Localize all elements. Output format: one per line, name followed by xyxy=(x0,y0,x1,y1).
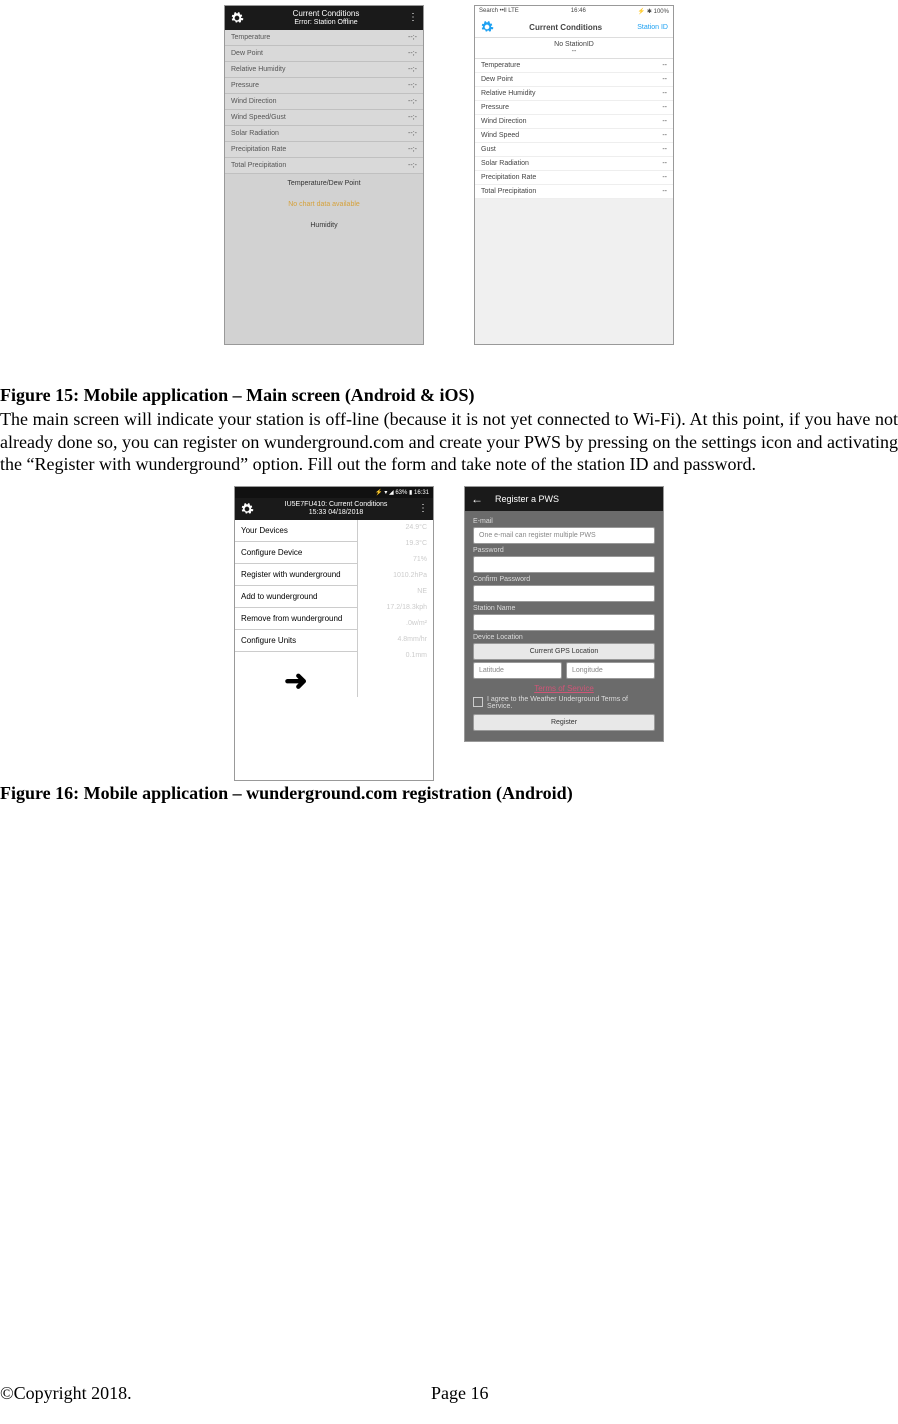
ios-metric-rows: Temperature-- Dew Point-- Relative Humid… xyxy=(475,59,673,199)
metric-row[interactable]: Wind Speed-- xyxy=(475,129,673,143)
register-button[interactable]: Register xyxy=(473,714,655,731)
metric-row[interactable]: Relative Humidity--;- xyxy=(225,62,423,78)
metric-row[interactable]: Gust-- xyxy=(475,143,673,157)
gear-icon[interactable] xyxy=(230,11,244,25)
longitude-field[interactable]: Longitude xyxy=(566,662,655,679)
agree-text: I agree to the Weather Underground Terms… xyxy=(487,696,655,710)
arrow-icon: ➜ xyxy=(235,652,357,697)
metric-row[interactable]: Precipitation Rate--;- xyxy=(225,142,423,158)
android-metric-rows: Temperature--;- Dew Point--;- Relative H… xyxy=(225,30,423,174)
menu-item-register-wunderground[interactable]: Register with wunderground xyxy=(235,564,357,586)
gps-location-button[interactable]: Current GPS Location xyxy=(473,643,655,660)
android-subtitle: Error: Station Offline xyxy=(244,19,408,27)
metric-row[interactable]: Temperature--;- xyxy=(225,30,423,46)
metric-row[interactable]: Relative Humidity-- xyxy=(475,87,673,101)
metric-row[interactable]: Wind Speed/Gust--;- xyxy=(225,110,423,126)
metric-row[interactable]: Temperature-- xyxy=(475,59,673,73)
android-statusbar: ⚡ ▾ ◢ 63% ▮ 16:31 xyxy=(235,487,433,498)
metric-row[interactable]: Wind Direction--;- xyxy=(225,94,423,110)
terms-of-service-link[interactable]: Terms of Service xyxy=(473,684,655,693)
android-header: Current Conditions Error: Station Offlin… xyxy=(225,6,423,30)
metric-row[interactable]: Pressure--;- xyxy=(225,78,423,94)
page-footer: ©Copyright 2018. Page 16 xyxy=(0,1383,898,1404)
android-title-line2: 15:33 04/18/2018 xyxy=(254,509,418,517)
metric-row[interactable]: Wind Direction-- xyxy=(475,115,673,129)
gear-icon[interactable] xyxy=(240,502,254,516)
figure-16-screenshots: ⚡ ▾ ◢ 63% ▮ 16:31 IU5E7FU410: Current Co… xyxy=(0,476,898,782)
email-field[interactable]: One e-mail can register multiple PWS xyxy=(473,527,655,544)
station-name-field[interactable] xyxy=(473,614,655,631)
figure-15-screenshots: Current Conditions Error: Station Offlin… xyxy=(0,0,898,355)
chart-title: Humidity xyxy=(225,216,423,344)
metric-row[interactable]: Solar Radiation--;- xyxy=(225,126,423,142)
confirm-password-label: Confirm Password xyxy=(473,576,655,583)
chart-title: Temperature/Dew Point xyxy=(225,174,423,193)
ios-main-screen: Search ••ll LTE 16:46 ⚡ ✱ 100% Current C… xyxy=(474,5,674,345)
kebab-menu-icon[interactable]: ⋮ xyxy=(408,12,418,23)
android-title: Current Conditions xyxy=(293,9,360,18)
password-label: Password xyxy=(473,547,655,554)
ios-statusbar: Search ••ll LTE 16:46 ⚡ ✱ 100% xyxy=(475,6,673,17)
register-title: Register a PWS xyxy=(495,494,559,504)
ios-title: Current Conditions xyxy=(494,23,637,32)
register-header: ← Register a PWS xyxy=(465,487,663,511)
metric-row[interactable]: Dew Point--;- xyxy=(225,46,423,62)
copyright-text: ©Copyright 2018. xyxy=(0,1383,431,1404)
metric-row[interactable]: Dew Point-- xyxy=(475,73,673,87)
android-header: IU5E7FU410: Current Conditions 15:33 04/… xyxy=(235,498,433,521)
no-chart-message: No chart data available xyxy=(225,193,423,216)
latitude-field[interactable]: Latitude xyxy=(473,662,562,679)
ios-blank-area xyxy=(475,199,673,344)
figure-15-caption: Figure 15: Mobile application – Main scr… xyxy=(0,385,898,406)
figure-16-caption: Figure 16: Mobile application – wundergr… xyxy=(0,783,898,804)
menu-item-remove-wunderground[interactable]: Remove from wunderground xyxy=(235,608,357,630)
gear-icon[interactable] xyxy=(480,20,494,34)
metric-row[interactable]: Total Precipitation--;- xyxy=(225,158,423,174)
menu-item-configure-device[interactable]: Configure Device xyxy=(235,542,357,564)
menu-item-your-devices[interactable]: Your Devices xyxy=(235,520,357,542)
android-menu-screen: ⚡ ▾ ◢ 63% ▮ 16:31 IU5E7FU410: Current Co… xyxy=(234,486,434,782)
menu-item-add-wunderground[interactable]: Add to wunderground xyxy=(235,586,357,608)
device-location-label: Device Location xyxy=(473,634,655,641)
paragraph-1: The main screen will indicate your stati… xyxy=(0,408,898,476)
agree-checkbox-row[interactable]: I agree to the Weather Underground Terms… xyxy=(473,696,655,710)
station-id-link[interactable]: Station ID xyxy=(637,24,668,31)
password-field[interactable] xyxy=(473,556,655,573)
android-main-screen: Current Conditions Error: Station Offlin… xyxy=(224,5,424,345)
station-name-label: Station Name xyxy=(473,605,655,612)
metric-row[interactable]: Precipitation Rate-- xyxy=(475,171,673,185)
metric-row[interactable]: Total Precipitation-- xyxy=(475,185,673,199)
email-label: E-mail xyxy=(473,518,655,525)
page-number: Page 16 xyxy=(431,1383,489,1404)
checkbox-icon[interactable] xyxy=(473,697,483,707)
dropdown-menu: Your Devices Configure Device Register w… xyxy=(235,520,358,697)
back-arrow-icon[interactable]: ← xyxy=(471,492,483,506)
android-title-line1: IU5E7FU410: Current Conditions xyxy=(285,501,388,508)
background-values: 24.9°C 19.3°C 71% 1010.2hPa NE 17.2/18.3… xyxy=(387,520,427,664)
register-pws-screen: ← Register a PWS E-mail One e-mail can r… xyxy=(464,486,664,742)
metric-row[interactable]: Solar Radiation-- xyxy=(475,157,673,171)
ios-header: Current Conditions Station ID xyxy=(475,17,673,38)
ios-substatus: No StationID -- xyxy=(475,38,673,59)
confirm-password-field[interactable] xyxy=(473,585,655,602)
menu-item-configure-units[interactable]: Configure Units xyxy=(235,630,357,652)
metric-row[interactable]: Pressure-- xyxy=(475,101,673,115)
kebab-menu-icon[interactable]: ⋮ xyxy=(418,503,428,514)
